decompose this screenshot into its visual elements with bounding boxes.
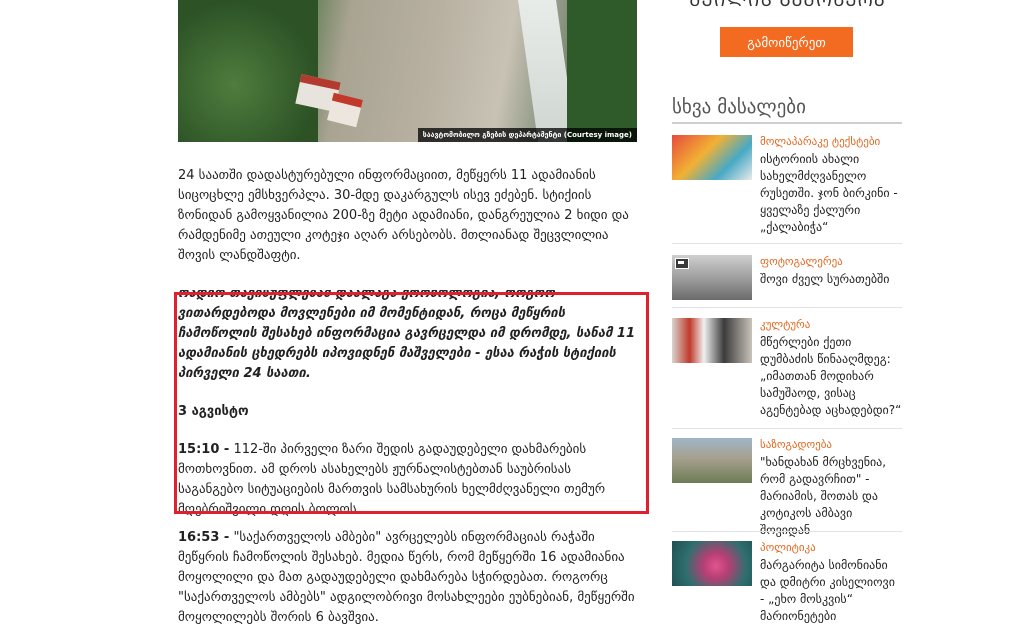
other-materials-heading: სხვა მასალები [672, 96, 902, 124]
forest-area [178, 0, 318, 142]
article-title-link[interactable]: მწერლები ქეთი დუმბაძის წინააღმდეგ: „იმათ… [760, 334, 902, 419]
article-thumbnail[interactable] [672, 135, 752, 180]
article-paragraph: 24 საათში დადასტურებული ინფორმაციით, მეწ… [178, 168, 629, 263]
timeline-time: 16:53 - [178, 530, 230, 545]
gallery-icon [675, 258, 689, 269]
article-thumbnail[interactable] [672, 438, 752, 483]
divider [672, 428, 902, 429]
divider [672, 243, 902, 244]
article-thumbnail[interactable] [672, 541, 752, 586]
newsletter-title: ᲛᲔᲘᲚᲘᲡ ᲒᲐᲛᲝᲬᲔᲠᲐ [689, 0, 886, 11]
article-title-link[interactable]: ისტორიის ახალი სახელმძღვანელო რუსეთში. ჯ… [760, 151, 902, 236]
divider [672, 307, 902, 308]
building-shape [327, 92, 363, 128]
related-article-item[interactable]: კულტურა მწერლები ქეთი დუმბაძის წინააღმდე… [672, 318, 902, 423]
timeline-text: "საქართველოს ამბები" ავრცელებს ინფორმაცი… [178, 530, 635, 625]
divider [672, 531, 902, 532]
article-title-link[interactable]: "ხანდახან მრცხვენია, რომ გადავრჩით" - მა… [760, 454, 902, 539]
article-category-link[interactable]: მოლაპარაკე ტექსტები [760, 135, 880, 149]
article-category-link[interactable]: კულტურა [760, 318, 810, 332]
image-caption: საავტომობილო გზების დეპარტამენტი (Courte… [417, 128, 637, 142]
timeline-entry: 16:53 - "საქართველოს ამბები" ავრცელებს ი… [178, 528, 638, 628]
related-article-item[interactable]: საზოგადოება "ხანდახან მრცხვენია, რომ გად… [672, 438, 902, 537]
article-title-link[interactable]: მარგარიტა სიმონიანი და დმიტრი კისელიოვი … [760, 557, 902, 625]
forest-area [567, 0, 637, 142]
related-article-item[interactable]: მოლაპარაკე ტექსტები ისტორიის ახალი სახელ… [672, 135, 902, 235]
article-title-link[interactable]: შოვი ძველ სურათებში [760, 271, 902, 288]
article-category-link[interactable]: საზოგადოება [760, 438, 832, 452]
article-hero-image: საავტომობილო გზების დეპარტამენტი (Courte… [178, 0, 637, 142]
article-category-link[interactable]: ფოტოგალერეა [760, 255, 843, 269]
highlight-frame [174, 292, 649, 514]
article-thumbnail[interactable] [672, 318, 752, 363]
article-category-link[interactable]: პოლიტიკა [760, 541, 816, 555]
related-article-item[interactable]: ფოტოგალერეა შოვი ძველ სურათებში [672, 255, 902, 303]
subscribe-button[interactable]: გამოიწერეთ [720, 27, 853, 57]
related-article-item[interactable]: პოლიტიკა მარგარიტა სიმონიანი და დმიტრი კ… [672, 541, 902, 631]
article-thumbnail[interactable] [672, 255, 752, 300]
